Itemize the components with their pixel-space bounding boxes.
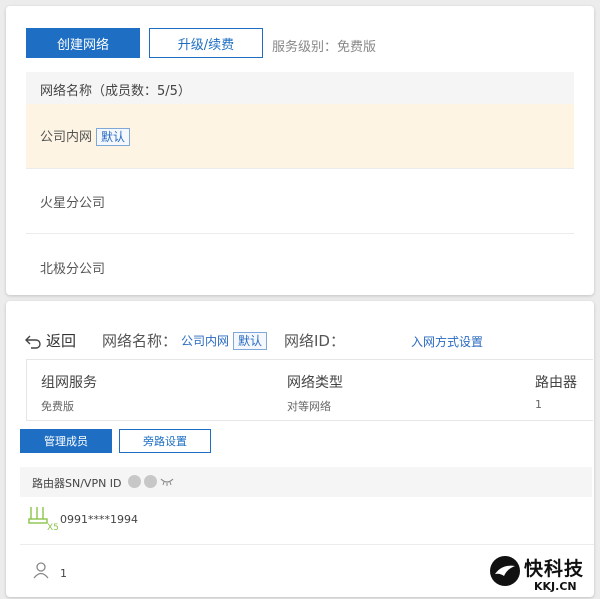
network-row-default[interactable]: 公司内网 默认 <box>26 104 574 168</box>
network-type-title: 网络类型 <box>287 375 343 391</box>
list-header-label: 网络名称（成员数：5/5） <box>40 84 191 99</box>
tab-manage-members[interactable]: 管理成员 <box>20 429 112 453</box>
router-value: 1 <box>535 398 542 411</box>
member-list-header: 路由器SN/VPN ID <box>20 467 592 497</box>
row-divider <box>26 168 574 169</box>
network-detail-panel: 返回 网络名称： 公司内网 默认 网络ID： 入网方式设置 组网服务 免费版 网… <box>6 301 594 597</box>
watermark-title: 快科技 <box>524 558 585 580</box>
back-arrow-icon <box>25 335 41 349</box>
network-name-value: 公司内网 <box>181 334 230 348</box>
upgrade-renew-button[interactable]: 升级/续费 <box>149 28 263 58</box>
kkj-watermark: 快科技 KKJ.CN <box>490 554 598 596</box>
network-list-header: 网络名称（成员数：5/5） <box>26 72 574 104</box>
router-id: 0991****1994 <box>60 513 138 526</box>
back-label: 返回 <box>46 332 77 350</box>
network-name-field: 网络名称： 公司内网 默认 <box>102 330 268 351</box>
network-name: 北极分公司 <box>40 262 106 277</box>
user-filter-icon[interactable] <box>144 475 157 488</box>
network-name-label: 网络名称： <box>102 332 178 350</box>
eye-closed-icon[interactable] <box>160 477 174 486</box>
tab-bypass-settings[interactable]: 旁路设置 <box>119 429 211 453</box>
service-title: 组网服务 <box>41 375 97 391</box>
watermark-subtitle: KKJ.CN <box>534 580 577 593</box>
service-value: 免费版 <box>41 400 74 413</box>
row-divider <box>20 544 594 545</box>
network-list-panel: 创建网络 升级/续费 服务级别：免费版 网络名称（成员数：5/5） 公司内网 默认… <box>6 6 594 295</box>
router-model-caption: X5 <box>47 523 58 531</box>
network-row-north[interactable]: 北极分公司 <box>40 258 105 277</box>
user-icon <box>33 562 49 579</box>
row-divider <box>26 233 574 234</box>
router-title: 路由器 <box>535 375 577 391</box>
network-name: 火星分公司 <box>40 196 106 211</box>
member-count: 1 <box>60 567 67 580</box>
network-row-mars[interactable]: 火星分公司 <box>40 192 105 211</box>
network-row-item: 公司内网 默认 <box>40 126 131 146</box>
service-level-text: 服务级别：免费版 <box>272 40 377 55</box>
network-type-value: 对等网络 <box>287 400 331 413</box>
network-name: 公司内网 <box>40 130 93 145</box>
router-icon: X5 <box>28 507 58 531</box>
member-header-label: 路由器SN/VPN ID <box>32 477 122 490</box>
back-button[interactable]: 返回 <box>24 330 76 351</box>
network-info-box: 组网服务 免费版 网络类型 对等网络 路由器 1 <box>26 359 593 421</box>
default-badge: 默认 <box>96 128 131 146</box>
router-filter-icon[interactable] <box>128 475 141 488</box>
kkj-logo-icon <box>490 556 520 586</box>
create-network-button[interactable]: 创建网络 <box>26 28 140 58</box>
join-method-settings-link[interactable]: 入网方式设置 <box>411 333 483 350</box>
network-id-label: 网络ID： <box>284 332 345 350</box>
default-badge: 默认 <box>233 331 268 350</box>
